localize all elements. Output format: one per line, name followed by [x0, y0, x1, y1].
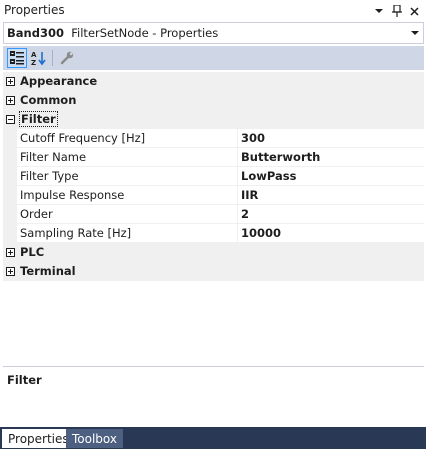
category-plc[interactable]: PLC: [3, 243, 424, 262]
property-value: IIR: [241, 188, 259, 202]
property-value-cell[interactable]: 2: [238, 205, 424, 224]
property-name-cell[interactable]: Impulse Response: [17, 186, 238, 205]
property-value-cell[interactable]: 10000: [238, 224, 424, 243]
category-common[interactable]: Common: [3, 91, 424, 110]
alphabetical-button[interactable]: A Z: [29, 48, 49, 68]
property-grid: Appearance Common Filter Cutoff Frequenc…: [0, 72, 426, 282]
property-value-cell[interactable]: IIR: [238, 186, 424, 205]
close-icon[interactable]: [407, 3, 421, 19]
row-gutter: [3, 205, 17, 224]
property-name: Filter Name: [20, 150, 87, 164]
property-value: 300: [241, 131, 266, 145]
wrench-icon: [60, 51, 74, 65]
category-background: [3, 110, 424, 129]
property-name: Cutoff Frequency [Hz]: [20, 131, 146, 145]
toolbar: A Z: [3, 46, 424, 70]
category-label: PLC: [20, 245, 45, 259]
property-value-cell[interactable]: Butterworth: [238, 148, 424, 167]
category-terminal[interactable]: Terminal: [3, 262, 424, 281]
row-gutter: [3, 129, 17, 148]
row-gutter: [3, 167, 17, 186]
property-value: 2: [241, 207, 250, 221]
row-gutter: [3, 224, 17, 243]
alphabetical-icon: A Z: [31, 51, 46, 66]
category-label: Filter: [19, 111, 58, 127]
property-value-cell[interactable]: 300: [238, 129, 424, 148]
property-name-cell[interactable]: Filter Name: [17, 148, 238, 167]
object-selector[interactable]: Band300 FilterSetNode - Properties: [3, 22, 424, 44]
chevron-down-icon[interactable]: [411, 29, 419, 37]
object-selector-text: Band300 FilterSetNode - Properties: [7, 26, 218, 40]
property-row[interactable]: Order 2: [3, 205, 424, 224]
property-row[interactable]: Cutoff Frequency [Hz] 300: [3, 129, 424, 148]
window-title: Properties: [4, 3, 65, 17]
description-title: Filter: [7, 373, 42, 387]
property-name-cell[interactable]: Order: [17, 205, 238, 224]
tab-properties[interactable]: Properties: [2, 429, 75, 448]
category-label: Appearance: [20, 74, 98, 88]
object-type: FilterSetNode - Properties: [71, 26, 219, 40]
description-pane: Filter: [3, 367, 424, 427]
property-name-cell[interactable]: Sampling Rate [Hz]: [17, 224, 238, 243]
expand-icon[interactable]: [6, 248, 15, 257]
property-name-cell[interactable]: Filter Type: [17, 167, 238, 186]
category-appearance[interactable]: Appearance: [3, 72, 424, 91]
collapse-icon[interactable]: [6, 115, 15, 124]
property-name: Order: [20, 207, 53, 221]
pin-icon[interactable]: [390, 3, 404, 19]
expand-icon[interactable]: [6, 267, 15, 276]
category-label: Common: [20, 93, 77, 107]
categorized-button[interactable]: [7, 48, 27, 68]
property-pages-button[interactable]: [57, 48, 77, 68]
expand-icon[interactable]: [6, 96, 15, 105]
property-name-cell[interactable]: Cutoff Frequency [Hz]: [17, 129, 238, 148]
property-name: Filter Type: [20, 169, 79, 183]
title-bar: Properties: [0, 0, 426, 22]
category-filter[interactable]: Filter: [3, 110, 424, 129]
toolbar-separator: [52, 50, 53, 66]
category-label: Terminal: [20, 264, 76, 278]
dropdown-icon[interactable]: [372, 3, 386, 19]
categorized-icon: [10, 51, 24, 65]
tab-bar: Properties Toolbox: [0, 427, 426, 449]
property-row[interactable]: Sampling Rate [Hz] 10000: [3, 224, 424, 243]
svg-text:A: A: [31, 51, 37, 59]
row-gutter: [3, 148, 17, 167]
property-value-cell[interactable]: LowPass: [238, 167, 424, 186]
property-name: Impulse Response: [20, 188, 125, 202]
expand-icon[interactable]: [6, 77, 15, 86]
property-value: 10000: [241, 226, 282, 240]
property-row[interactable]: Filter Type LowPass: [3, 167, 424, 186]
category-background: [3, 243, 424, 262]
property-name: Sampling Rate [Hz]: [20, 226, 132, 240]
property-row[interactable]: Impulse Response IIR: [3, 186, 424, 205]
property-value: LowPass: [241, 169, 297, 183]
property-row[interactable]: Filter Name Butterworth: [3, 148, 424, 167]
tab-toolbox[interactable]: Toolbox: [66, 429, 123, 448]
svg-text:Z: Z: [31, 59, 36, 66]
property-value: Butterworth: [241, 150, 321, 164]
row-gutter: [3, 186, 17, 205]
grid-empty-area: [3, 281, 424, 366]
object-name: Band300: [7, 26, 64, 40]
